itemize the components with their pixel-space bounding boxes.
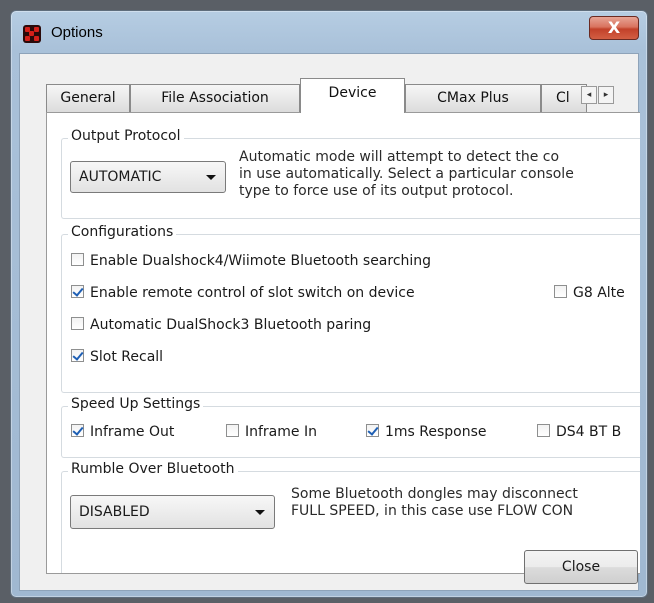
checkbox-checked-icon bbox=[366, 424, 379, 437]
checkbox-icon bbox=[71, 253, 84, 266]
checkbox-icon bbox=[71, 317, 84, 330]
dialog-client-area: General File Association Device CMax Plu… bbox=[19, 53, 640, 591]
checkbox-label: G8 Alte bbox=[573, 285, 625, 301]
output-protocol-description: Automatic mode will attempt to detect th… bbox=[239, 149, 574, 200]
configurations-legend: Configurations bbox=[68, 224, 177, 240]
device-tab-panel: Output Protocol AUTOMATIC Automatic mode… bbox=[46, 112, 640, 574]
rumble-value: DISABLED bbox=[79, 504, 150, 520]
rumble-legend: Rumble Over Bluetooth bbox=[68, 461, 238, 477]
checkbox-checked-icon bbox=[71, 285, 84, 298]
output-protocol-legend: Output Protocol bbox=[68, 128, 184, 144]
tab-strip: General File Association Device CMax Plu… bbox=[46, 78, 614, 113]
tab-cmax-plus[interactable]: CMax Plus bbox=[405, 84, 541, 112]
checkbox-label: Inframe In bbox=[245, 424, 317, 440]
ds3-bluetooth-pairing-checkbox[interactable]: Automatic DualShock3 Bluetooth paring bbox=[71, 317, 371, 333]
1ms-response-checkbox[interactable]: 1ms Response bbox=[366, 424, 487, 440]
checkbox-icon bbox=[537, 424, 550, 437]
checkbox-checked-icon bbox=[71, 349, 84, 362]
tab-general[interactable]: General bbox=[46, 84, 130, 112]
output-protocol-description-line: in use automatically. Select a particula… bbox=[239, 166, 574, 182]
inframe-in-checkbox[interactable]: Inframe In bbox=[226, 424, 317, 440]
checkbox-label: Automatic DualShock3 Bluetooth paring bbox=[90, 317, 372, 333]
ds4-bt-checkbox[interactable]: DS4 BT B bbox=[537, 424, 621, 440]
checkbox-label: Enable Dualshock4/Wiimote Bluetooth sear… bbox=[90, 253, 432, 269]
speed-up-legend: Speed Up Settings bbox=[68, 396, 204, 412]
dualshock4-bluetooth-checkbox[interactable]: Enable Dualshock4/Wiimote Bluetooth sear… bbox=[71, 253, 431, 269]
title-bar[interactable]: Options X bbox=[11, 11, 647, 57]
output-protocol-description-line: type to force use of its output protocol… bbox=[239, 183, 514, 199]
remote-slot-switch-checkbox[interactable]: Enable remote control of slot switch on … bbox=[71, 285, 415, 301]
rumble-description-line: Some Bluetooth dongles may disconnect bbox=[291, 486, 578, 502]
tab-device[interactable]: Device bbox=[300, 78, 405, 113]
close-button[interactable]: Close bbox=[524, 550, 638, 584]
tab-file-association[interactable]: File Association bbox=[130, 84, 300, 112]
checkbox-label: DS4 BT B bbox=[556, 424, 622, 440]
checkbox-label: 1ms Response bbox=[385, 424, 487, 440]
tab-scroll-right-icon[interactable]: ▸ bbox=[598, 86, 614, 104]
checkbox-icon bbox=[554, 285, 567, 298]
g8-alte-checkbox[interactable]: G8 Alte bbox=[554, 285, 625, 301]
tab-scroll-left-icon[interactable]: ◂ bbox=[581, 86, 597, 104]
app-icon bbox=[23, 25, 41, 43]
rumble-description-line: FULL SPEED, in this case use FLOW CON bbox=[291, 503, 574, 519]
output-protocol-value: AUTOMATIC bbox=[79, 169, 162, 185]
output-protocol-select[interactable]: AUTOMATIC bbox=[70, 161, 226, 193]
rumble-select[interactable]: DISABLED bbox=[70, 495, 275, 529]
chevron-down-icon bbox=[206, 175, 216, 180]
checkbox-label: Enable remote control of slot switch on … bbox=[90, 285, 415, 301]
checkbox-label: Slot Recall bbox=[90, 349, 164, 365]
window-title: Options bbox=[51, 24, 103, 41]
output-protocol-group: Output Protocol AUTOMATIC Automatic mode… bbox=[61, 128, 640, 219]
speed-up-settings-group: Speed Up Settings Inframe Out Inframe In… bbox=[61, 396, 640, 458]
checkbox-label: Inframe Out bbox=[90, 424, 175, 440]
checkbox-checked-icon bbox=[71, 424, 84, 437]
options-window: Options X General File Association Devic… bbox=[10, 10, 648, 598]
slot-recall-checkbox[interactable]: Slot Recall bbox=[71, 349, 163, 365]
chevron-down-icon bbox=[255, 510, 265, 515]
checkbox-icon bbox=[226, 424, 239, 437]
rumble-description: Some Bluetooth dongles may disconnect FU… bbox=[291, 486, 578, 520]
inframe-out-checkbox[interactable]: Inframe Out bbox=[71, 424, 174, 440]
configurations-group: Configurations Enable Dualshock4/Wiimote… bbox=[61, 224, 640, 393]
window-close-button[interactable]: X bbox=[589, 16, 639, 40]
output-protocol-description-line: Automatic mode will attempt to detect th… bbox=[239, 149, 560, 165]
